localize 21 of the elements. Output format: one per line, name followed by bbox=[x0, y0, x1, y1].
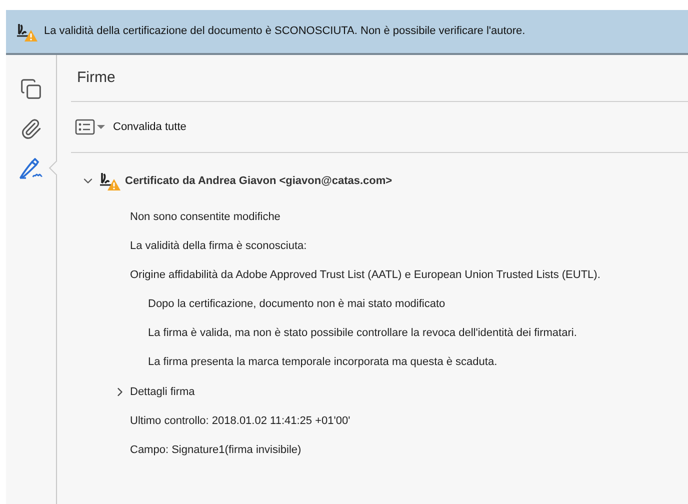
certificate-title[interactable]: Certificato da Andrea Giavon <giavon@catas.com> bbox=[125, 172, 392, 190]
options-menu-button[interactable] bbox=[75, 119, 105, 135]
pages-icon[interactable] bbox=[20, 78, 42, 100]
banner-text: La validità della certificazione del documento è SCONOSCIUTA. Non è possibile verificare l'autore. bbox=[44, 24, 526, 40]
signature-warning-icon bbox=[99, 171, 121, 191]
panel-title: Firme bbox=[77, 68, 116, 88]
list-icon[interactable] bbox=[75, 119, 95, 135]
status-line: La firma è valida, ma non è stato possibile controllare la revoca dell'identità dei firmatari. bbox=[148, 326, 577, 342]
status-line: La validità della firma è sconosciuta: bbox=[130, 239, 307, 254]
signature-warning-icon bbox=[16, 22, 38, 42]
paperclip-icon[interactable] bbox=[20, 118, 42, 140]
details-toggle[interactable]: Dettagli firma bbox=[130, 384, 195, 400]
status-line: Campo: Signature1(firma invisibile) bbox=[130, 443, 302, 458]
pen-icon[interactable] bbox=[18, 158, 44, 180]
status-line: Dopo la certificazione, documento non è mai stato modificato bbox=[148, 297, 446, 312]
validate-all-button[interactable]: Convalida tutte bbox=[113, 118, 186, 136]
status-line: La firma presenta la marca temporale incorporata ma questa è scaduta. bbox=[148, 355, 498, 370]
caret-icon[interactable] bbox=[97, 124, 105, 130]
status-line: Origine affidabilità da Adobe Approved Trust List (AATL) e European Union Trusted Lists (EUTL). bbox=[130, 268, 600, 284]
status-line: Non sono consentite modifiche bbox=[130, 210, 280, 226]
status-line: Ultimo controllo: 2018.01.02 11:41:25 +01'00' bbox=[130, 414, 350, 430]
